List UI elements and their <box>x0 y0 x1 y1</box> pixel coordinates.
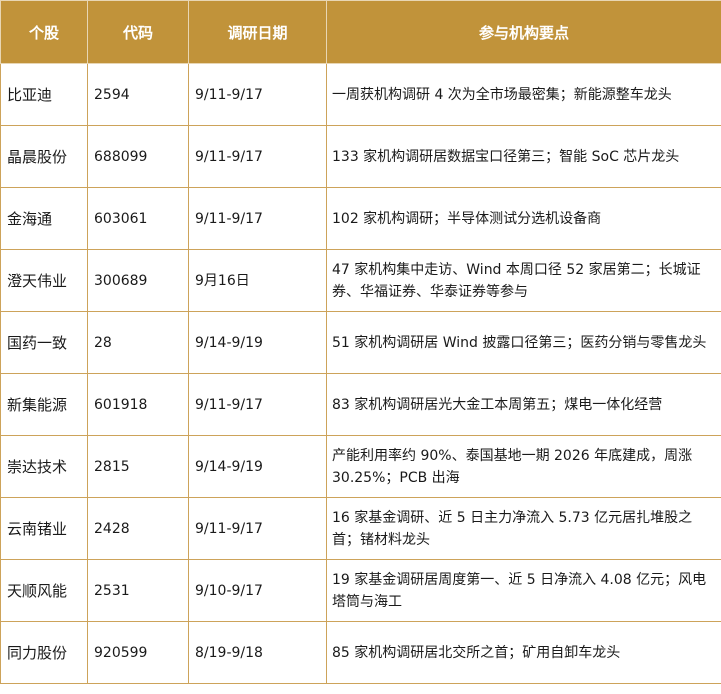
stock-code: 688099 <box>87 125 189 188</box>
stock-code: 2594 <box>87 63 189 126</box>
stock-name: 天顺风能 <box>0 559 88 622</box>
stock-name: 崇达技术 <box>0 435 88 498</box>
table-header-row: 个股 代码 调研日期 参与机构要点 <box>0 0 721 64</box>
stock-name: 同力股份 <box>0 621 88 684</box>
stock-name: 云南锗业 <box>0 497 88 560</box>
research-notes: 19 家基金调研居周度第一、近 5 日净流入 4.08 亿元；风电塔筒与海工 <box>326 559 721 622</box>
stock-code: 920599 <box>87 621 189 684</box>
research-notes: 133 家机构调研居数据宝口径第三；智能 SoC 芯片龙头 <box>326 125 721 188</box>
header-code: 代码 <box>87 0 189 64</box>
table-row: 晶晨股份 688099 9/11-9/17 133 家机构调研居数据宝口径第三；… <box>0 125 721 188</box>
stock-code: 2428 <box>87 497 189 560</box>
table-row: 比亚迪 2594 9/11-9/17 一周获机构调研 4 次为全市场最密集；新能… <box>0 63 721 126</box>
stock-name: 晶晨股份 <box>0 125 88 188</box>
research-notes: 产能利用率约 90%、泰国基地一期 2026 年底建成，周涨 30.25%；PC… <box>326 435 721 498</box>
research-notes: 83 家机构调研居光大金工本周第五；煤电一体化经营 <box>326 373 721 436</box>
stock-name: 比亚迪 <box>0 63 88 126</box>
stock-name: 金海通 <box>0 187 88 250</box>
table-row: 金海通 603061 9/11-9/17 102 家机构调研；半导体测试分选机设… <box>0 187 721 250</box>
research-notes: 51 家机构调研居 Wind 披露口径第三；医药分销与零售龙头 <box>326 311 721 374</box>
stock-code: 603061 <box>87 187 189 250</box>
research-notes: 85 家机构调研居北交所之首；矿用自卸车龙头 <box>326 621 721 684</box>
research-date: 9/10-9/17 <box>188 559 327 622</box>
table-row: 崇达技术 2815 9/14-9/19 产能利用率约 90%、泰国基地一期 20… <box>0 435 721 498</box>
stock-name: 新集能源 <box>0 373 88 436</box>
table-row: 同力股份 920599 8/19-9/18 85 家机构调研居北交所之首；矿用自… <box>0 621 721 684</box>
research-date: 9/11-9/17 <box>188 63 327 126</box>
research-notes: 47 家机构集中走访、Wind 本周口径 52 家居第二；长城证券、华福证券、华… <box>326 249 721 312</box>
stock-name: 澄天伟业 <box>0 249 88 312</box>
header-date: 调研日期 <box>188 0 327 64</box>
stock-code: 2531 <box>87 559 189 622</box>
research-date: 9/14-9/19 <box>188 435 327 498</box>
stock-name: 国药一致 <box>0 311 88 374</box>
research-date: 9/14-9/19 <box>188 311 327 374</box>
stock-code: 28 <box>87 311 189 374</box>
table-row: 新集能源 601918 9/11-9/17 83 家机构调研居光大金工本周第五；… <box>0 373 721 436</box>
research-date: 9/11-9/17 <box>188 497 327 560</box>
research-date: 8/19-9/18 <box>188 621 327 684</box>
header-stock: 个股 <box>0 0 88 64</box>
table-row: 国药一致 28 9/14-9/19 51 家机构调研居 Wind 披露口径第三；… <box>0 311 721 374</box>
table-row: 天顺风能 2531 9/10-9/17 19 家基金调研居周度第一、近 5 日净… <box>0 559 721 622</box>
stock-code: 300689 <box>87 249 189 312</box>
research-date: 9/11-9/17 <box>188 373 327 436</box>
stock-code: 2815 <box>87 435 189 498</box>
table-row: 云南锗业 2428 9/11-9/17 16 家基金调研、近 5 日主力净流入 … <box>0 497 721 560</box>
header-notes: 参与机构要点 <box>326 0 721 64</box>
research-date: 9月16日 <box>188 249 327 312</box>
research-notes: 一周获机构调研 4 次为全市场最密集；新能源整车龙头 <box>326 63 721 126</box>
stock-code: 601918 <box>87 373 189 436</box>
table-row: 澄天伟业 300689 9月16日 47 家机构集中走访、Wind 本周口径 5… <box>0 249 721 312</box>
research-date: 9/11-9/17 <box>188 187 327 250</box>
research-notes: 16 家基金调研、近 5 日主力净流入 5.73 亿元居扎堆股之首；锗材料龙头 <box>326 497 721 560</box>
research-date: 9/11-9/17 <box>188 125 327 188</box>
institutional-research-table: 个股 代码 调研日期 参与机构要点 比亚迪 2594 9/11-9/17 一周获… <box>0 0 721 684</box>
research-notes: 102 家机构调研；半导体测试分选机设备商 <box>326 187 721 250</box>
